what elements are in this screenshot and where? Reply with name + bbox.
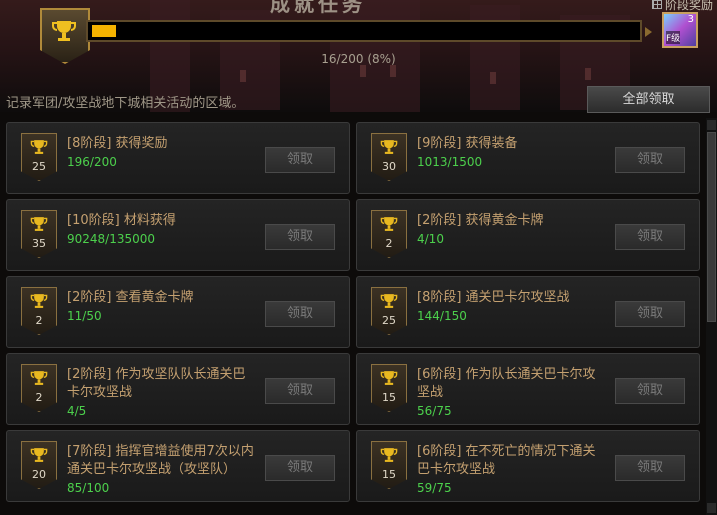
trophy-icon: [30, 448, 48, 462]
achievement-card: 15 [6阶段] 在不死亡的情况下通关巴卡尔攻坚战 59/75 领取: [356, 430, 700, 502]
achievement-points: 2: [385, 237, 393, 250]
trophy-icon: [52, 21, 76, 41]
stage-reward-text: 阶段奖励: [664, 0, 713, 12]
reward-item-label: F级: [666, 31, 681, 44]
scroll-down-button[interactable]: [707, 503, 716, 513]
trophy-icon: [380, 448, 398, 462]
achievement-points: 25: [382, 314, 396, 327]
trophy-icon: [380, 371, 398, 385]
achievement-progress: 196/200: [67, 155, 117, 169]
achievement-progress-bar: [86, 20, 642, 42]
trophy-icon: [380, 140, 398, 154]
claim-button[interactable]: 领取: [615, 378, 685, 404]
trophy-icon: [380, 217, 398, 231]
achievement-card: 25 [8阶段] 获得奖励 196/200 领取: [6, 122, 350, 194]
achievement-title: [7阶段] 指挥官增益使用7次以内通关巴卡尔攻坚战（攻坚队）: [67, 444, 254, 477]
achievement-progress: 85/100: [67, 481, 110, 495]
achievement-title: [6阶段] 作为队长通关巴卡尔攻坚战: [417, 367, 596, 400]
trophy-emblem: 20: [21, 441, 57, 489]
claim-button[interactable]: 领取: [615, 301, 685, 327]
achievement-points: 30: [382, 160, 396, 173]
achievement-points: 2: [35, 314, 43, 327]
achievement-points: 25: [32, 160, 46, 173]
achievement-card: 2 [2阶段] 查看黄金卡牌 11/50 领取: [6, 276, 350, 348]
achievement-progress: 59/75: [417, 481, 452, 495]
claim-button[interactable]: 领取: [615, 147, 685, 173]
trophy-emblem: 2: [371, 210, 407, 258]
scroll-thumb[interactable]: [707, 132, 716, 322]
achievement-title: [8阶段] 获得奖励: [67, 136, 168, 151]
achievement-list: 25 [8阶段] 获得奖励 196/200 领取 30 [9阶段] 获得装备 1013/15…: [0, 118, 706, 515]
achievement-title: [2阶段] 作为攻坚队队长通关巴卡尔攻坚战: [67, 367, 246, 400]
achievement-title: [6阶段] 在不死亡的情况下通关巴卡尔攻坚战: [417, 444, 596, 477]
trophy-icon: [30, 217, 48, 231]
trophy-emblem: 2: [21, 287, 57, 335]
achievement-title: [10阶段] 材料获得: [67, 213, 176, 228]
claim-button[interactable]: 领取: [615, 455, 685, 481]
achievement-points: 35: [32, 237, 46, 250]
achievement-card: 25 [8阶段] 通关巴卡尔攻坚战 144/150 领取: [356, 276, 700, 348]
stage-reward-item[interactable]: 3 F级: [662, 12, 698, 48]
trophy-emblem: 25: [371, 287, 407, 335]
claim-button[interactable]: 领取: [265, 378, 335, 404]
achievement-points: 15: [382, 468, 396, 481]
trophy-icon: [30, 140, 48, 154]
trophy-emblem: 2: [21, 364, 57, 412]
achievement-progress: 4/5: [67, 404, 87, 418]
achievement-progress: 4/10: [417, 232, 444, 246]
achievement-points: 15: [382, 391, 396, 404]
trophy-icon: [30, 294, 48, 308]
progress-text: 16/200 (8%): [321, 52, 396, 66]
scroll-up-button[interactable]: [707, 120, 716, 130]
achievement-progress: 144/150: [417, 309, 467, 323]
achievement-progress: 11/50: [67, 309, 102, 323]
achievement-progress: 56/75: [417, 404, 452, 418]
claim-button[interactable]: 领取: [265, 301, 335, 327]
achievement-card: 35 [10阶段] 材料获得 90248/135000 领取: [6, 199, 350, 271]
section-description: 记录军团/攻坚战地下城相关活动的区域。: [6, 96, 245, 111]
achievement-title: [2阶段] 获得黄金卡牌: [417, 213, 544, 228]
trophy-emblem: 35: [21, 210, 57, 258]
achievement-progress: 90248/135000: [67, 232, 156, 246]
claim-button[interactable]: 领取: [265, 147, 335, 173]
achievement-card: 20 [7阶段] 指挥官增益使用7次以内通关巴卡尔攻坚战（攻坚队） 85/100 领取: [6, 430, 350, 502]
achievement-points: 20: [32, 468, 46, 481]
claim-button[interactable]: 领取: [265, 224, 335, 250]
scrollbar[interactable]: [706, 118, 717, 515]
claim-button[interactable]: 领取: [615, 224, 685, 250]
achievement-card: 2 [2阶段] 获得黄金卡牌 4/10 领取: [356, 199, 700, 271]
trophy-emblem: 30: [371, 133, 407, 181]
achievement-card: 2 [2阶段] 作为攻坚队队长通关巴卡尔攻坚战 4/5 领取: [6, 353, 350, 425]
achievement-title: [8阶段] 通关巴卡尔攻坚战: [417, 290, 570, 305]
achievement-points: 2: [35, 391, 43, 404]
achievement-card: 15 [6阶段] 作为队长通关巴卡尔攻坚战 56/75 领取: [356, 353, 700, 425]
reward-item-count: 3: [687, 14, 694, 25]
trophy-emblem: 15: [371, 441, 407, 489]
achievement-title: [2阶段] 查看黄金卡牌: [67, 290, 194, 305]
progress-bar-fill: [92, 25, 116, 37]
claim-button[interactable]: 领取: [265, 455, 335, 481]
grid-icon: [651, 0, 662, 9]
trophy-icon: [380, 294, 398, 308]
page-title: 成就任务: [270, 0, 366, 16]
achievement-progress: 1013/1500: [417, 155, 483, 169]
trophy-emblem: 15: [371, 364, 407, 412]
achievement-card: 30 [9阶段] 获得装备 1013/1500 领取: [356, 122, 700, 194]
claim-all-button[interactable]: 全部领取: [587, 86, 710, 113]
trophy-emblem: 25: [21, 133, 57, 181]
achievement-title: [9阶段] 获得装备: [417, 136, 518, 151]
progress-arrow: [645, 27, 652, 37]
trophy-icon: [30, 371, 48, 385]
